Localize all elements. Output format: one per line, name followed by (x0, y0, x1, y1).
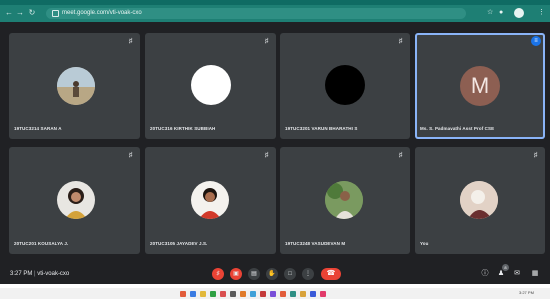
avatar (57, 181, 95, 219)
reload-icon[interactable]: ↻ (27, 8, 37, 18)
meeting-time: 3:27 PM (10, 271, 33, 277)
meeting-info-icon[interactable]: ⓘ (480, 268, 490, 280)
chat-icon[interactable]: ✉ (512, 268, 522, 280)
taskbar-clock: 3:27 PM (519, 290, 534, 295)
taskbar-app-icon[interactable] (250, 291, 256, 297)
participant-name: 20TUC316 KIRTHIK SUBBIAH (150, 126, 216, 131)
bookmark-star-icon[interactable]: ☆ (487, 8, 493, 18)
taskbar-app-icon[interactable] (180, 291, 186, 297)
avatar (325, 181, 363, 219)
mic-off-icon: ♯ (264, 152, 269, 159)
participant-name: 20TUC3105 JAYADEV J.S. (150, 241, 208, 246)
taskbar-app-icon[interactable] (240, 291, 246, 297)
mic-off-icon: ♯ (264, 38, 269, 45)
participant-name: 19TUC3214 SARAN A (14, 126, 62, 131)
taskbar-app-icon[interactable] (270, 291, 276, 297)
more-options-button[interactable]: ⋮ (302, 268, 314, 280)
meeting-code: vti-voak-cxo (37, 271, 70, 277)
address-bar[interactable]: meet.google.com/vti-voak-cxo (46, 8, 466, 19)
meeting-details: 3:27 PM | vti-voak-cxo (10, 271, 70, 277)
participant-tile[interactable]: ♯ 20TUC316 KIRTHIK SUBBIAH (145, 33, 276, 139)
avatar: M (460, 66, 500, 106)
participant-tile-active-speaker[interactable]: ≡ M Ms. S. Padmavathi Asst Prof CSE (415, 33, 545, 139)
raise-hand-button[interactable]: ✋ (266, 268, 278, 280)
avatar (460, 181, 498, 219)
extensions-icon[interactable]: ● (499, 8, 503, 18)
taskbar-app-icon[interactable] (230, 291, 236, 297)
avatar (325, 65, 365, 105)
meeting-grid: ♯ 19TUC3214 SARAN A ♯ 20TUC316 KIRTHIK S… (0, 22, 550, 284)
taskbar-app-icon[interactable] (310, 291, 316, 297)
mic-toggle-button[interactable]: ♯ (212, 268, 224, 280)
participant-tile-self[interactable]: ♯ You (415, 147, 545, 254)
taskbar-app-icon[interactable] (300, 291, 306, 297)
taskbar-app-icon[interactable] (290, 291, 296, 297)
mic-off-icon: ♯ (398, 38, 403, 45)
lock-icon (52, 10, 59, 17)
captions-button[interactable]: ▤ (248, 268, 260, 280)
mic-off-icon: ♯ (128, 152, 133, 159)
avatar (191, 65, 231, 105)
forward-icon[interactable]: → (15, 8, 25, 18)
back-icon[interactable]: ← (4, 8, 14, 18)
participant-name: 20TUC201 KOUSALYA J. (14, 241, 69, 246)
url-text: meet.google.com/vti-voak-cxo (62, 10, 142, 16)
mic-off-icon: ♯ (533, 152, 538, 159)
taskbar-app-icon[interactable] (320, 291, 326, 297)
profile-avatar[interactable] (514, 8, 524, 18)
mic-off-icon: ♯ (398, 152, 403, 159)
avatar-letter: M (470, 73, 490, 98)
taskbar-app-icon[interactable] (200, 291, 206, 297)
present-screen-button[interactable]: □ (284, 268, 296, 280)
browser-toolbar: ← → ↻ meet.google.com/vti-voak-cxo ☆ ● ⋮ (0, 5, 550, 22)
avatar (57, 67, 95, 105)
activities-icon[interactable]: ▦ (530, 268, 540, 280)
browser-menu-icon[interactable]: ⋮ (538, 8, 545, 18)
taskbar-app-icon[interactable] (260, 291, 266, 297)
speaking-indicator-icon: ≡ (531, 36, 541, 46)
participant-tile[interactable]: ♯ 19TUC3248 VASUDEVAN M (280, 147, 410, 254)
taskbar-app-icon[interactable] (280, 291, 286, 297)
participant-tile[interactable]: ♯ 19TUC3214 SARAN A (9, 33, 140, 139)
taskbar-app-icon[interactable] (210, 291, 216, 297)
participant-name: You (420, 241, 429, 246)
mic-off-icon: ♯ (128, 38, 133, 45)
participant-tile[interactable]: ♯ 19TUC3201 VARUN BHARATHI S (280, 33, 410, 139)
participant-tile[interactable]: ♯ 20TUC3105 JAYADEV J.S. (145, 147, 276, 254)
participant-name: 19TUC3201 VARUN BHARATHI S (285, 126, 358, 131)
end-call-button[interactable]: ☎ (321, 268, 341, 280)
avatar (191, 181, 229, 219)
participant-name: 19TUC3248 VASUDEVAN M (285, 241, 346, 246)
camera-toggle-button[interactable]: ▣ (230, 268, 242, 280)
taskbar-app-icon[interactable] (220, 291, 226, 297)
participant-tile[interactable]: ♯ 20TUC201 KOUSALYA J. (9, 147, 140, 254)
participants-count-badge: 8 (502, 264, 509, 271)
participant-name: Ms. S. Padmavathi Asst Prof CSE (420, 126, 495, 131)
taskbar-app-icon[interactable] (190, 291, 196, 297)
